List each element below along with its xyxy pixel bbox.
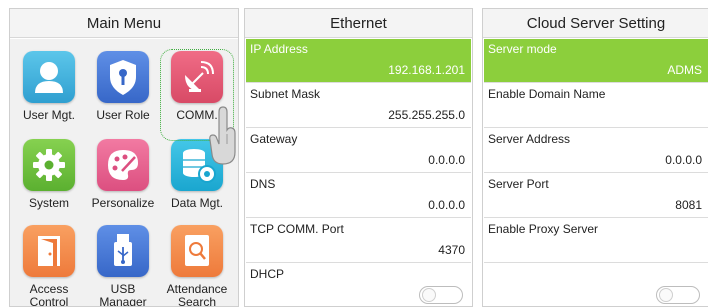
- setting-label: Enable Domain Name: [488, 87, 606, 101]
- menu-label-access-control: Access Control: [29, 282, 69, 307]
- setting-label: DHCP: [250, 267, 285, 281]
- menu-label-attendance-search: Attendance Search: [166, 282, 228, 307]
- setting-row-tcp-comm-port[interactable]: TCP COMM. Port 4370: [246, 219, 471, 263]
- menu-label-data-mgt: Data Mgt.: [170, 196, 224, 210]
- setting-row-enable-proxy-server[interactable]: Enable Proxy Server: [484, 219, 708, 263]
- document-search-icon: [171, 225, 223, 277]
- setting-label: Enable Proxy Server: [488, 222, 599, 236]
- setting-value: 8081: [675, 198, 702, 212]
- setting-row-proxy-toggle[interactable]: [484, 264, 708, 306]
- menu-item-user-mgt[interactable]: User Mgt.: [14, 51, 84, 122]
- palette-icon: [97, 139, 149, 191]
- setting-row-gateway[interactable]: Gateway 0.0.0.0: [246, 129, 471, 173]
- menu-item-user-role[interactable]: User Role: [88, 51, 158, 122]
- setting-row-subnet-mask[interactable]: Subnet Mask 255.255.255.0: [246, 84, 471, 128]
- gear-icon: [23, 139, 75, 191]
- setting-value: 192.168.1.201: [388, 63, 465, 77]
- setting-row-ip-address[interactable]: IP Address 192.168.1.201: [246, 39, 471, 83]
- usb-icon: [97, 225, 149, 277]
- menu-item-attendance-search[interactable]: Attendance Search: [162, 225, 232, 307]
- shield-key-icon: [97, 51, 149, 103]
- menu-label-system: System: [28, 196, 69, 210]
- setting-row-dns[interactable]: DNS 0.0.0.0: [246, 174, 471, 218]
- setting-label: TCP COMM. Port: [250, 222, 344, 236]
- setting-label: Gateway: [250, 132, 298, 146]
- toggle-knob: [659, 288, 673, 302]
- dhcp-toggle[interactable]: [419, 286, 463, 304]
- setting-value: 0.0.0.0: [428, 198, 465, 212]
- setting-label: Subnet Mask: [250, 87, 321, 101]
- setting-label: Server Port: [488, 177, 549, 191]
- menu-label-usb-manager: USB Manager: [99, 282, 147, 307]
- setting-label: IP Address: [250, 42, 308, 56]
- menu-item-usb-manager[interactable]: USB Manager: [88, 225, 158, 307]
- setting-value: 0.0.0.0: [665, 153, 702, 167]
- setting-row-server-port[interactable]: Server Port 8081: [484, 174, 708, 218]
- proxy-toggle[interactable]: [656, 286, 700, 304]
- setting-row-server-mode[interactable]: Server mode ADMS: [484, 39, 708, 83]
- setting-row-enable-domain-name[interactable]: Enable Domain Name: [484, 84, 708, 128]
- setting-label: Server mode: [488, 42, 557, 56]
- setting-value: 4370: [438, 243, 465, 257]
- main-menu-panel: Main Menu User Mgt. User Role COMM. Syst…: [9, 8, 239, 307]
- menu-label-personalize: Personalize: [91, 196, 155, 210]
- setting-row-dhcp[interactable]: DHCP: [246, 264, 471, 306]
- setting-row-server-address[interactable]: Server Address 0.0.0.0: [484, 129, 708, 173]
- ethernet-title: Ethernet: [245, 9, 472, 38]
- menu-label-user-mgt: User Mgt.: [22, 108, 75, 122]
- menu-item-access-control[interactable]: Access Control: [14, 225, 84, 307]
- cloud-server-title: Cloud Server Setting: [483, 9, 708, 38]
- cloud-server-panel: Cloud Server Setting Server mode ADMS En…: [482, 8, 708, 307]
- setting-value: 0.0.0.0: [428, 153, 465, 167]
- menu-label-user-role: User Role: [96, 108, 150, 122]
- main-menu-title: Main Menu: [10, 9, 238, 38]
- user-icon: [23, 51, 75, 103]
- menu-item-personalize[interactable]: Personalize: [88, 139, 158, 210]
- setting-value: 255.255.255.0: [388, 108, 465, 122]
- menu-item-system[interactable]: System: [14, 139, 84, 210]
- pointer-hand-icon: [209, 106, 236, 165]
- ethernet-panel: Ethernet IP Address 192.168.1.201 Subnet…: [244, 8, 473, 307]
- toggle-knob: [422, 288, 436, 302]
- setting-value: ADMS: [667, 63, 702, 77]
- door-icon: [23, 225, 75, 277]
- setting-label: Server Address: [488, 132, 571, 146]
- setting-label: DNS: [250, 177, 276, 191]
